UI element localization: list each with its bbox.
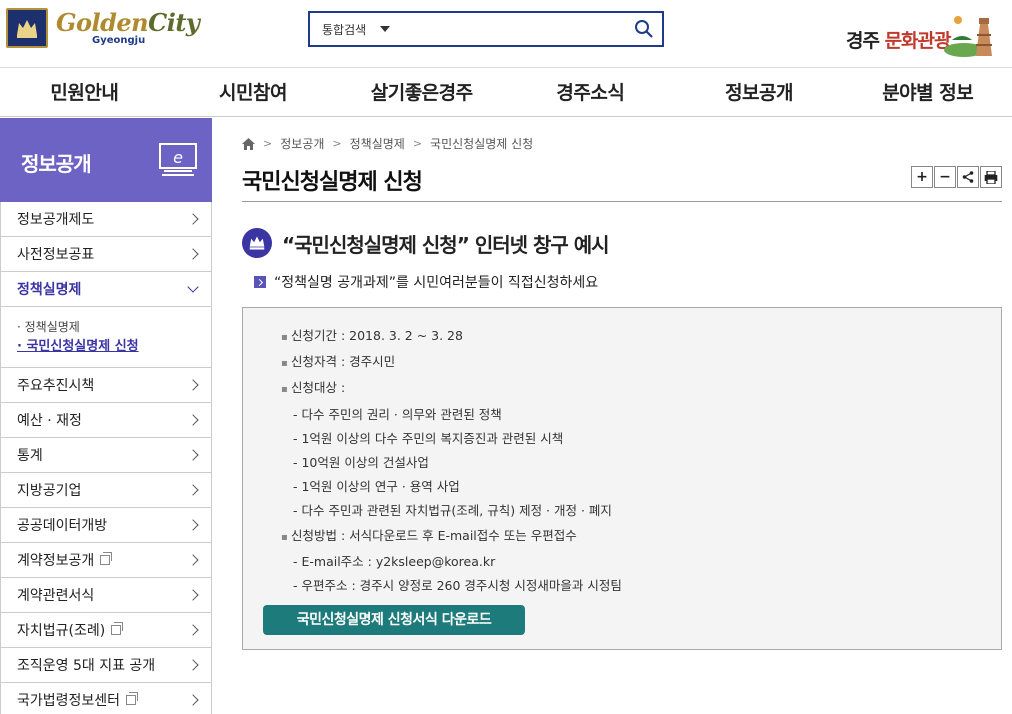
sidebar-subitem-policy-real-name[interactable]: 정책실명제 bbox=[17, 317, 211, 337]
chevron-right-icon bbox=[187, 213, 199, 225]
info-line: 우편주소 : 경주시 양정로 260 경주시청 시정새마을과 시정팀 bbox=[281, 574, 621, 598]
section-description: “정책실명 공개과제”를 시민여러분들이 직접신청하세요 bbox=[254, 272, 598, 292]
sidebar-item-policy-real-name[interactable]: 정책실명제 bbox=[0, 272, 212, 307]
sidebar-header: 정보공개 e bbox=[0, 118, 212, 202]
nav-gyeongju-news[interactable]: 경주소식 bbox=[506, 69, 675, 116]
crown-emblem-icon bbox=[6, 8, 48, 48]
sidebar-item-national-law-center[interactable]: 국가법령정보센터 bbox=[0, 683, 212, 714]
golden-city-logo[interactable]: GoldenCity Gyeongju bbox=[6, 8, 200, 48]
info-line: 다수 주민과 관련된 자치법규(조례, 규칙) 제정 · 개정 · 폐지 bbox=[281, 499, 622, 523]
sidebar-item-statistics[interactable]: 통계 bbox=[0, 438, 212, 473]
chevron-right-icon bbox=[187, 449, 199, 461]
share-icon bbox=[962, 171, 974, 183]
chevron-right-icon bbox=[187, 694, 199, 706]
download-form-button[interactable]: 국민신청실명제 신청서식 다운로드 bbox=[263, 605, 525, 635]
application-info-box: 신청기간 : 2018. 3. 2 ~ 3. 28신청자격 : 경주시민신청대상… bbox=[242, 307, 1002, 650]
nav-citizen-participation[interactable]: 시민참여 bbox=[169, 69, 338, 116]
external-window-icon bbox=[100, 552, 113, 565]
nav-livable-gyeongju[interactable]: 살기좋은경주 bbox=[337, 69, 506, 116]
sidebar-item-org-indicators[interactable]: 조직운영 5대 지표 공개 bbox=[0, 648, 212, 683]
chevron-right-icon bbox=[187, 624, 199, 636]
culture-tourism-link[interactable]: 경주 문화관광 bbox=[846, 10, 1002, 58]
info-line: 다수 주민의 권리 · 의무와 관련된 정책 bbox=[281, 403, 622, 427]
main-navigation: 민원안내 시민참여 살기좋은경주 경주소식 정보공개 분야별 정보 bbox=[0, 69, 1012, 117]
search-button[interactable] bbox=[626, 13, 662, 45]
chevron-right-icon bbox=[187, 554, 199, 566]
sidebar-item-open-data[interactable]: 공공데이터개방 bbox=[0, 508, 212, 543]
chevron-right-icon bbox=[187, 379, 199, 391]
sidebar-item-disclosure-system[interactable]: 정보공개제도 bbox=[0, 202, 212, 237]
breadcrumb-item[interactable]: 정책실명제 bbox=[350, 135, 405, 152]
caret-down-icon bbox=[380, 26, 391, 32]
external-window-icon bbox=[111, 622, 124, 635]
breadcrumb-current: 국민신청실명제 신청 bbox=[430, 137, 534, 151]
sidebar-submenu: 정책실명제 국민신청실명제 신청 bbox=[0, 307, 212, 368]
sidebar-item-major-policies[interactable]: 주요추진시책 bbox=[0, 368, 212, 403]
nav-civil-service[interactable]: 민원안내 bbox=[0, 69, 169, 116]
info-line: 1억원 이상의 다수 주민의 복지증진과 관련된 시책 bbox=[281, 427, 622, 451]
page-title: 국민신청실명제 신청 bbox=[242, 170, 423, 195]
sidebar-item-prior-disclosure[interactable]: 사전정보공표 bbox=[0, 237, 212, 272]
section-title: “국민신청실명제 신청” 인터넷 창구 예시 bbox=[282, 232, 610, 257]
info-line: 신청자격 : 경주시민 bbox=[281, 350, 622, 376]
info-line: 10억원 이상의 건설사업 bbox=[281, 451, 622, 475]
minus-icon: − bbox=[939, 169, 951, 185]
bullet-square-icon bbox=[254, 276, 266, 288]
pagoda-landscape-icon bbox=[944, 16, 992, 57]
sidebar-item-local-public-enterprise[interactable]: 지방공기업 bbox=[0, 473, 212, 508]
chevron-right-icon bbox=[187, 519, 199, 531]
chevron-right-icon bbox=[187, 248, 199, 260]
svg-text:e: e bbox=[173, 148, 183, 167]
info-line: 신청대상 : bbox=[281, 376, 622, 402]
crown-badge-icon bbox=[242, 228, 272, 258]
sidebar: 정보공개 e 정보공개제도 사전정보공표 정책실명제 정책실명제 국민신청실명제… bbox=[0, 118, 212, 714]
printer-icon bbox=[984, 170, 998, 184]
info-line: 신청방법 : 서식다운로드 후 E-mail접수 또는 우편접수 bbox=[281, 524, 622, 550]
search-bar: 통합검색 bbox=[308, 11, 664, 47]
sidebar-item-contract-forms[interactable]: 계약관련서식 bbox=[0, 578, 212, 613]
info-line: 신청기간 : 2018. 3. 2 ~ 3. 28 bbox=[281, 324, 622, 350]
info-line: E-mail주소 : y2ksleep@korea.kr bbox=[281, 550, 622, 574]
sidebar-item-budget-finance[interactable]: 예산 · 재정 bbox=[0, 403, 212, 438]
plus-icon: + bbox=[916, 169, 928, 185]
nav-information-disclosure[interactable]: 정보공개 bbox=[675, 69, 844, 116]
print-button[interactable] bbox=[980, 166, 1002, 188]
nav-field-information[interactable]: 분야별 정보 bbox=[843, 69, 1012, 116]
chevron-right-icon bbox=[187, 484, 199, 496]
chevron-right-icon bbox=[187, 414, 199, 426]
external-window-icon bbox=[126, 692, 139, 705]
search-scope-select[interactable]: 통합검색 bbox=[310, 13, 410, 45]
chevron-down-icon bbox=[187, 281, 199, 293]
breadcrumb: > 정보공개 > 정책실명제 > 국민신청실명제 신청 bbox=[242, 135, 533, 152]
search-scope-label: 통합검색 bbox=[322, 22, 367, 37]
sidebar-title: 정보공개 bbox=[21, 152, 92, 176]
section-heading: “국민신청실명제 신청” 인터넷 창구 예시 bbox=[242, 228, 610, 258]
breadcrumb-item[interactable]: 정보공개 bbox=[280, 135, 324, 152]
share-button[interactable] bbox=[957, 166, 979, 188]
search-icon bbox=[635, 20, 653, 38]
home-icon[interactable] bbox=[242, 137, 255, 150]
page-tools: + − bbox=[910, 166, 1002, 188]
sidebar-item-ordinances[interactable]: 자치법규(조례) bbox=[0, 613, 212, 648]
search-input[interactable] bbox=[410, 13, 626, 45]
chevron-right-icon bbox=[187, 589, 199, 601]
info-list: 신청기간 : 2018. 3. 2 ~ 3. 28신청자격 : 경주시민신청대상… bbox=[281, 324, 622, 598]
sidebar-subitem-public-application[interactable]: 국민신청실명제 신청 bbox=[17, 337, 211, 357]
title-divider bbox=[242, 201, 1002, 202]
monitor-e-icon: e bbox=[159, 143, 197, 176]
zoom-out-button[interactable]: − bbox=[934, 166, 956, 188]
info-line: 1억원 이상의 연구 · 용역 사업 bbox=[281, 475, 622, 499]
site-header: GoldenCity Gyeongju 통합검색 경주 문화관광 bbox=[0, 0, 1012, 68]
chevron-right-icon bbox=[187, 659, 199, 671]
sidebar-item-contract-info[interactable]: 계약정보공개 bbox=[0, 543, 212, 578]
zoom-in-button[interactable]: + bbox=[911, 166, 933, 188]
